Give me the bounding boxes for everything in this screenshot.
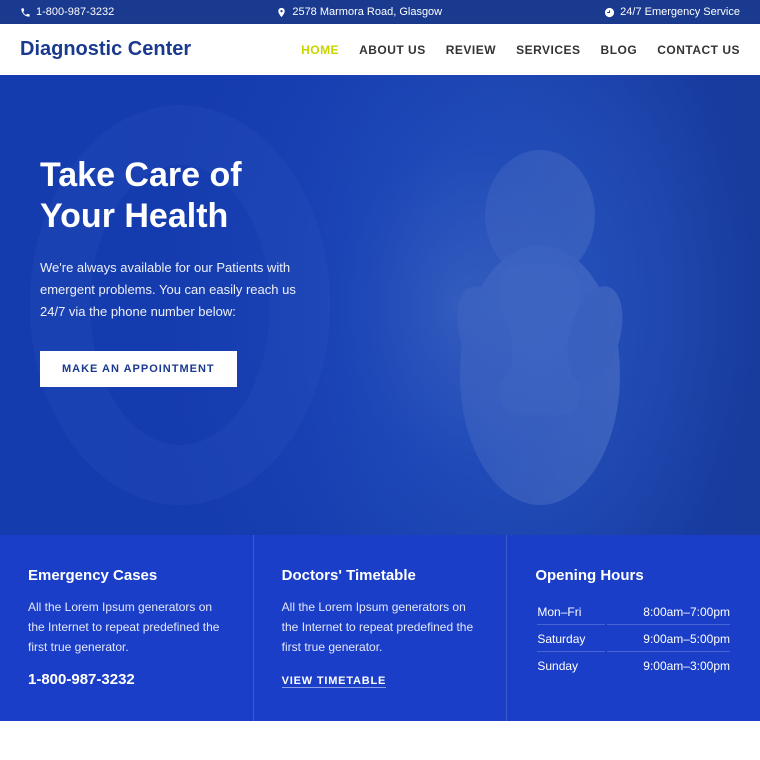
hours-row-saturday: Saturday 9:00am–5:00pm: [537, 627, 730, 652]
navbar: Diagnostic Center HOME ABOUT US REVIEW S…: [0, 24, 760, 75]
nav-item-blog[interactable]: BLOG: [601, 41, 638, 59]
nav-item-contact[interactable]: CONTACT US: [657, 41, 740, 59]
hours-row-weekday: Mon–Fri 8:00am–7:00pm: [537, 600, 730, 625]
view-timetable-link[interactable]: VIEW TIMETABLE: [282, 675, 387, 688]
top-bar-address: 2578 Marmora Road, Glasgow: [276, 6, 442, 18]
hours-time-sunday: 9:00am–3:00pm: [607, 654, 730, 678]
nav-item-review[interactable]: REVIEW: [446, 41, 496, 59]
hours-day-saturday: Saturday: [537, 627, 605, 652]
nav-item-home[interactable]: HOME: [301, 41, 339, 59]
hours-title: Opening Hours: [535, 567, 732, 584]
hours-time-saturday: 9:00am–5:00pm: [607, 627, 730, 652]
top-bar: 1-800-987-3232 2578 Marmora Road, Glasgo…: [0, 0, 760, 24]
hours-day-weekday: Mon–Fri: [537, 600, 605, 625]
emergency-card: Emergency Cases All the Lorem Ipsum gene…: [0, 535, 254, 721]
timetable-text: All the Lorem Ipsum generators on the In…: [282, 598, 479, 657]
top-bar-phone: 1-800-987-3232: [20, 6, 114, 18]
location-icon: [276, 7, 287, 18]
hours-table: Mon–Fri 8:00am–7:00pm Saturday 9:00am–5:…: [535, 598, 732, 680]
hero-content: Take Care of Your Health We're always av…: [0, 75, 360, 427]
hours-day-sunday: Sunday: [537, 654, 605, 678]
emergency-text: All the Lorem Ipsum generators on the In…: [28, 598, 225, 657]
hours-time-weekday: 8:00am–7:00pm: [607, 600, 730, 625]
timetable-card: Doctors' Timetable All the Lorem Ipsum g…: [254, 535, 508, 721]
hero-heading: Take Care of Your Health: [40, 155, 320, 237]
site-logo[interactable]: Diagnostic Center: [20, 38, 191, 61]
hours-row-sunday: Sunday 9:00am–3:00pm: [537, 654, 730, 678]
info-section: Emergency Cases All the Lorem Ipsum gene…: [0, 535, 760, 721]
phone-icon: [20, 7, 31, 18]
nav-item-services[interactable]: SERVICES: [516, 41, 580, 59]
hero-description: We're always available for our Patients …: [40, 257, 320, 323]
clock-icon: [604, 7, 615, 18]
appointment-button[interactable]: MAKE AN APPOINTMENT: [40, 351, 237, 387]
hero-section: Take Care of Your Health We're always av…: [0, 75, 760, 535]
top-bar-emergency: 24/7 Emergency Service: [604, 6, 740, 18]
timetable-title: Doctors' Timetable: [282, 567, 479, 584]
hours-card: Opening Hours Mon–Fri 8:00am–7:00pm Satu…: [507, 535, 760, 721]
nav-links: HOME ABOUT US REVIEW SERVICES BLOG CONTA…: [301, 41, 740, 59]
nav-item-about[interactable]: ABOUT US: [359, 41, 426, 59]
emergency-phone: 1-800-987-3232: [28, 671, 225, 688]
emergency-title: Emergency Cases: [28, 567, 225, 584]
